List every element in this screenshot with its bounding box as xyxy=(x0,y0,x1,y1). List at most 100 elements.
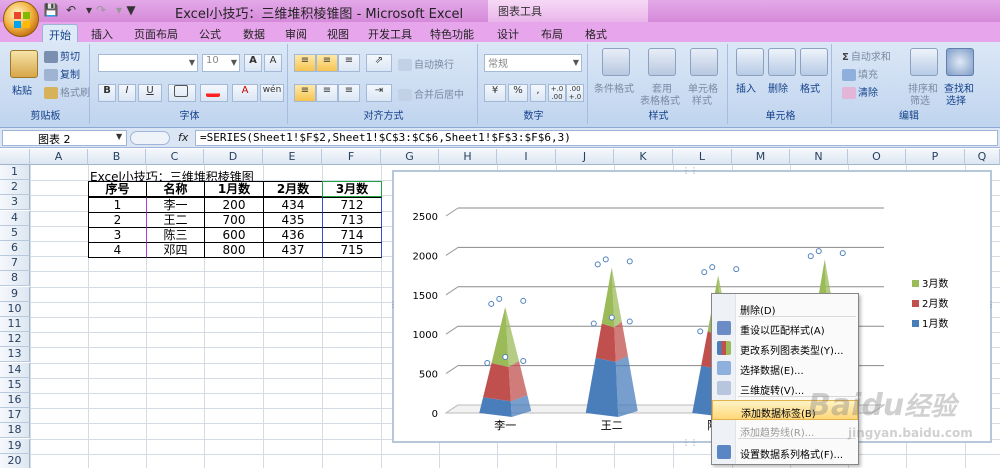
row-header-15[interactable]: 15 xyxy=(0,377,30,393)
save-icon[interactable]: 💾 xyxy=(42,3,60,19)
font-name-combo[interactable]: ▼ xyxy=(98,54,198,72)
format-cells-icon[interactable] xyxy=(800,48,828,76)
column-header-g[interactable]: G xyxy=(381,149,439,165)
row-header-6[interactable]: 6 xyxy=(0,241,30,256)
table-cell[interactable]: 200 xyxy=(204,197,264,213)
row-header-16[interactable]: 16 xyxy=(0,393,30,408)
tab-developer[interactable]: 开发工具 xyxy=(362,24,418,42)
insert-cells-button[interactable]: 插入 xyxy=(736,80,756,95)
increase-decimal-button[interactable]: +.0 .00 xyxy=(548,84,566,102)
name-box-dropdown-icon[interactable]: ▼ xyxy=(116,132,122,141)
format-as-table-label-2[interactable]: 表格格式 xyxy=(640,92,680,107)
table-cell[interactable]: 436 xyxy=(263,227,323,243)
paste-button[interactable]: 粘贴 xyxy=(12,82,32,97)
table-cell[interactable]: 715 xyxy=(322,242,382,258)
binoculars-icon[interactable] xyxy=(946,48,974,76)
table-cell[interactable]: 3 xyxy=(88,227,147,243)
borders-button[interactable] xyxy=(168,84,196,102)
insert-cells-icon[interactable] xyxy=(736,48,764,76)
row-header-2[interactable]: 2 xyxy=(0,180,30,196)
align-middle-button[interactable]: ≡ xyxy=(316,54,338,72)
grow-font-button[interactable]: A xyxy=(244,54,262,72)
row-header-18[interactable]: 18 xyxy=(0,423,30,439)
office-button[interactable] xyxy=(3,1,39,37)
table-cell[interactable]: 435 xyxy=(263,212,323,228)
table-cell[interactable]: 邓四 xyxy=(146,242,205,258)
sort-filter-icon[interactable] xyxy=(910,48,938,76)
tab-data[interactable]: 数据 xyxy=(236,24,272,42)
name-box[interactable]: 图表 2 xyxy=(2,130,127,146)
table-header-cell[interactable]: 3月数 xyxy=(322,181,382,197)
align-right-button[interactable]: ≡ xyxy=(338,84,360,102)
column-header-c[interactable]: C xyxy=(146,149,204,165)
insert-function-button[interactable]: fx xyxy=(178,131,188,144)
align-bottom-button[interactable]: ≡ xyxy=(338,54,360,72)
delete-cells-icon[interactable] xyxy=(768,48,796,76)
row-header-17[interactable]: 17 xyxy=(0,408,30,424)
table-header-cell[interactable]: 1月数 xyxy=(204,181,264,197)
column-header-n[interactable]: N xyxy=(790,149,848,165)
row-header-5[interactable]: 5 xyxy=(0,225,30,241)
tab-format[interactable]: 格式 xyxy=(578,24,614,42)
column-header-k[interactable]: K xyxy=(614,149,673,165)
bold-button[interactable]: B xyxy=(98,84,116,102)
table-cell[interactable]: 437 xyxy=(263,242,323,258)
underline-button[interactable]: U xyxy=(138,84,162,102)
tab-special-features[interactable]: 特色功能 xyxy=(424,24,480,42)
row-header-19[interactable]: 19 xyxy=(0,438,30,454)
column-header-b[interactable]: B xyxy=(88,149,146,165)
column-header-m[interactable]: M xyxy=(732,149,790,165)
tab-home[interactable]: 开始 xyxy=(42,24,78,42)
menu-item-1[interactable]: 重设以匹配样式(A) xyxy=(712,318,858,338)
table-cell[interactable]: 600 xyxy=(204,227,264,243)
select-all-corner[interactable] xyxy=(0,149,30,165)
align-top-button[interactable]: ≡ xyxy=(294,54,316,72)
fill-button[interactable]: 填充 xyxy=(842,66,878,81)
column-header-d[interactable]: D xyxy=(204,149,263,165)
shrink-font-button[interactable]: A xyxy=(264,54,282,72)
row-header-12[interactable]: 12 xyxy=(0,332,30,348)
column-header-p[interactable]: P xyxy=(906,149,965,165)
phonetic-button[interactable]: wén xyxy=(260,84,284,102)
align-center-button[interactable]: ≡ xyxy=(316,84,338,102)
row-header-14[interactable]: 14 xyxy=(0,362,30,378)
row-header-8[interactable]: 8 xyxy=(0,271,30,287)
currency-button[interactable]: ¥ xyxy=(484,84,506,102)
table-cell[interactable]: 王二 xyxy=(146,212,205,228)
clear-button[interactable]: 清除 xyxy=(842,84,878,99)
menu-item-2[interactable]: 更改系列图表类型(Y)... xyxy=(712,338,858,358)
table-cell[interactable]: 4 xyxy=(88,242,147,258)
menu-item-0[interactable]: 删除(D) xyxy=(712,298,858,318)
formula-bar-splitter[interactable] xyxy=(130,131,170,145)
column-header-i[interactable]: I xyxy=(497,149,556,165)
table-cell[interactable]: 2 xyxy=(88,212,147,228)
tab-insert[interactable]: 插入 xyxy=(84,24,120,42)
decrease-decimal-button[interactable]: .00 +.0 xyxy=(566,84,584,102)
row-header-10[interactable]: 10 xyxy=(0,301,30,317)
cell-styles-icon[interactable] xyxy=(690,48,718,76)
column-header-f[interactable]: F xyxy=(322,149,381,165)
delete-cells-button[interactable]: 删除 xyxy=(768,80,788,95)
row-header-7[interactable]: 7 xyxy=(0,256,30,272)
table-cell[interactable]: 714 xyxy=(322,227,382,243)
customize-qat-icon[interactable]: ▼ xyxy=(122,3,140,19)
italic-button[interactable]: I xyxy=(118,84,136,102)
table-cell[interactable]: 李一 xyxy=(146,197,205,213)
column-header-e[interactable]: E xyxy=(263,149,322,165)
row-header-4[interactable]: 4 xyxy=(0,210,30,226)
number-format-combo[interactable]: 常规 ▼ xyxy=(484,54,582,72)
table-header-cell[interactable]: 序号 xyxy=(88,181,147,197)
tab-layout[interactable]: 布局 xyxy=(534,24,570,42)
tab-page-layout[interactable]: 页面布局 xyxy=(128,24,184,42)
table-cell[interactable]: 陈三 xyxy=(146,227,205,243)
column-header-o[interactable]: O xyxy=(848,149,906,165)
fill-color-button[interactable] xyxy=(200,84,228,102)
table-cell[interactable]: 434 xyxy=(263,197,323,213)
wrap-text-button[interactable]: 自动换行 xyxy=(398,56,454,71)
cell-styles-label-2[interactable]: 样式 xyxy=(692,92,712,107)
undo-icon[interactable]: ↶ xyxy=(62,3,80,19)
cut-button[interactable]: 剪切 xyxy=(44,48,80,63)
menu-item-3[interactable]: 选择数据(E)... xyxy=(712,358,858,378)
column-header-a[interactable]: A xyxy=(30,149,88,165)
tab-formulas[interactable]: 公式 xyxy=(192,24,228,42)
